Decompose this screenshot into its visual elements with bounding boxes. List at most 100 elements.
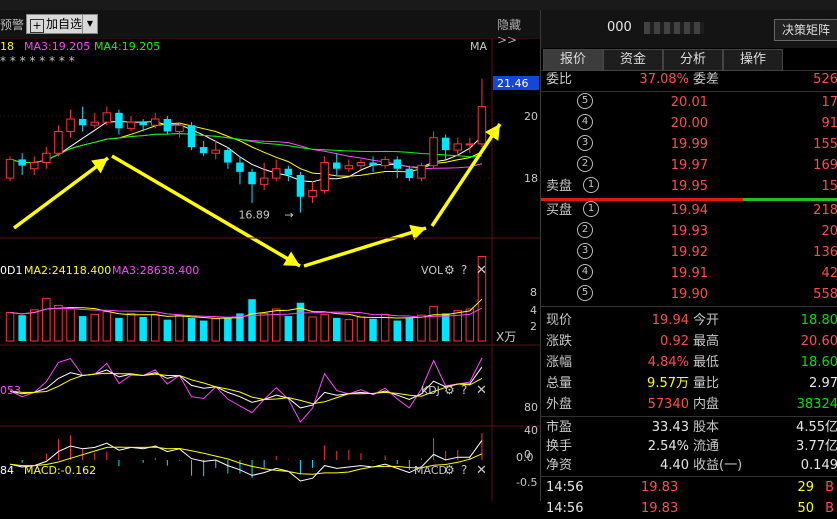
volume-bar-up (308, 316, 317, 342)
gear-icon[interactable]: ⚙ (444, 383, 455, 397)
fundamental-value: 33.43 (651, 420, 689, 435)
trade-side: B (825, 480, 834, 495)
plus-icon: + (30, 19, 44, 33)
gear-icon[interactable]: ⚙ (444, 463, 455, 477)
quote-row: 现价 19.94 今开 18.80 (541, 311, 837, 331)
quote-value: 2.97 (809, 376, 837, 391)
ma-indicator-name: MA (470, 40, 487, 53)
volume-bar-down (369, 318, 377, 341)
volume-bar-up (66, 308, 75, 342)
help-icon[interactable]: ? (461, 263, 467, 277)
book-price: 19.94 (670, 203, 708, 218)
close-icon[interactable]: ✕ (476, 383, 487, 398)
quote-label: 外盘 (546, 397, 573, 412)
quote-panel: 000 决策矩阵 报价 资金 分析 操作 委比 37.08% 委差 526 5 20.01 17 4… (540, 10, 837, 516)
candle-body-down (405, 168, 414, 179)
candle-body-down (441, 137, 450, 151)
signal-stars-row: * * * * * * * * (0, 54, 75, 68)
tab-2[interactable]: 分析 (663, 49, 723, 71)
stock-name-blurred (644, 22, 704, 34)
fundamental-value: 0.149 (800, 458, 837, 473)
book-price: 19.93 (670, 224, 708, 239)
add-favorite-button[interactable]: + 加自选 ▼ (26, 14, 98, 34)
vol-tick: 8 (530, 286, 537, 299)
candle-body-down (393, 159, 402, 169)
gear-icon[interactable]: ⚙ (444, 263, 455, 277)
vol-label: MA2:24118.400 (24, 264, 111, 277)
candle-body-up (126, 121, 136, 129)
divider (541, 416, 837, 417)
quote-value: 20.60 (800, 334, 837, 349)
fundamental-value: 4.55亿 (796, 420, 837, 435)
top-menu-bar (0, 0, 837, 10)
trade-price: 19.83 (641, 480, 679, 495)
stock-code: 000 (607, 20, 632, 35)
weibi-label: 委比 (546, 72, 573, 87)
help-icon[interactable]: ? (461, 383, 467, 397)
fundamental-label: 净资 (546, 458, 573, 473)
close-icon[interactable]: ✕ (476, 263, 487, 278)
candle-body-down (139, 122, 147, 126)
candle-body-down (248, 171, 256, 185)
book-volume: 42 (821, 266, 837, 281)
chevron-down-icon[interactable]: ▼ (82, 15, 97, 33)
book-price: 19.90 (670, 287, 708, 302)
weicha-value: 526 (813, 72, 837, 87)
help-icon[interactable]: ? (461, 463, 467, 477)
decision-matrix-button[interactable]: 决策矩阵 (774, 19, 837, 41)
add-favorite-label: 加自选 (46, 17, 83, 31)
candle-body-down (163, 119, 172, 132)
fundamental-row: 市盈 33.43 股本 4.55亿 (541, 418, 837, 438)
quote-value: 18.80 (800, 313, 837, 328)
book-price: 19.95 (670, 179, 708, 194)
quote-row: 涨幅 4.84% 最低 18.60 (541, 353, 837, 373)
vol-label: 0D1 (0, 264, 22, 277)
volume-bar-up (320, 313, 329, 342)
chart-area[interactable]: 16.89 → 20 18 21.46 18 MA3:19.205 MA4:19.205 MA… (0, 38, 540, 501)
book-price: 19.91 (670, 266, 708, 281)
ask-row: 卖盘 1 19.95 15 (541, 177, 837, 197)
quote-value: 57340 (647, 397, 689, 412)
quote-label: 现价 (546, 313, 573, 328)
volume-bar-down (441, 313, 450, 341)
close-icon[interactable]: ✕ (476, 463, 487, 478)
trade-price: 19.83 (641, 501, 679, 516)
candle-body-up (380, 158, 390, 167)
alert-label[interactable]: 预警 (0, 16, 24, 33)
macd-tick: 0.0 (516, 451, 534, 464)
book-volume: 91 (821, 116, 837, 131)
book-volume: 169 (813, 158, 837, 173)
tab-3[interactable]: 操作 (723, 49, 783, 71)
volume-bar-up (175, 314, 184, 342)
candle-body-up (417, 165, 426, 179)
quote-label: 内盘 (693, 397, 720, 412)
quote-label: 涨幅 (546, 355, 573, 370)
candle-body-up (150, 118, 160, 126)
quote-label: 涨跌 (546, 334, 573, 349)
ma-label: MA4:19.205 (94, 40, 160, 53)
fundamental-label: 流通 (693, 439, 720, 454)
macd-indicator-name: MACD (414, 464, 447, 477)
volume-bar-down (115, 317, 123, 341)
volume-bar-up (429, 305, 438, 342)
candle-body-up (320, 162, 329, 191)
candle-body-up (259, 177, 269, 185)
book-volume: 20 (821, 224, 837, 239)
tab-0[interactable]: 报价 (543, 49, 603, 71)
kdj-tick: 80 (524, 401, 538, 414)
candle-body-up (308, 190, 317, 198)
chart-toolbar: 预警 + 加自选 ▼ 隐藏>> (0, 10, 540, 47)
quote-value: 4.84% (647, 355, 689, 370)
candle-body-up (102, 112, 112, 123)
candle-body-up (344, 165, 354, 170)
book-price: 20.01 (670, 95, 708, 110)
candle-body-down (78, 119, 87, 126)
tab-1[interactable]: 资金 (603, 49, 663, 71)
book-side-label: 买盘 (546, 203, 573, 218)
book-volume: 136 (813, 245, 837, 260)
price-tick: 18 (524, 172, 538, 185)
quote-row: 总量 9.57万 量比 2.97 (541, 374, 837, 394)
volume-bar-up (42, 297, 51, 342)
quote-label: 总量 (546, 376, 573, 391)
volume-bar-down (284, 316, 293, 341)
